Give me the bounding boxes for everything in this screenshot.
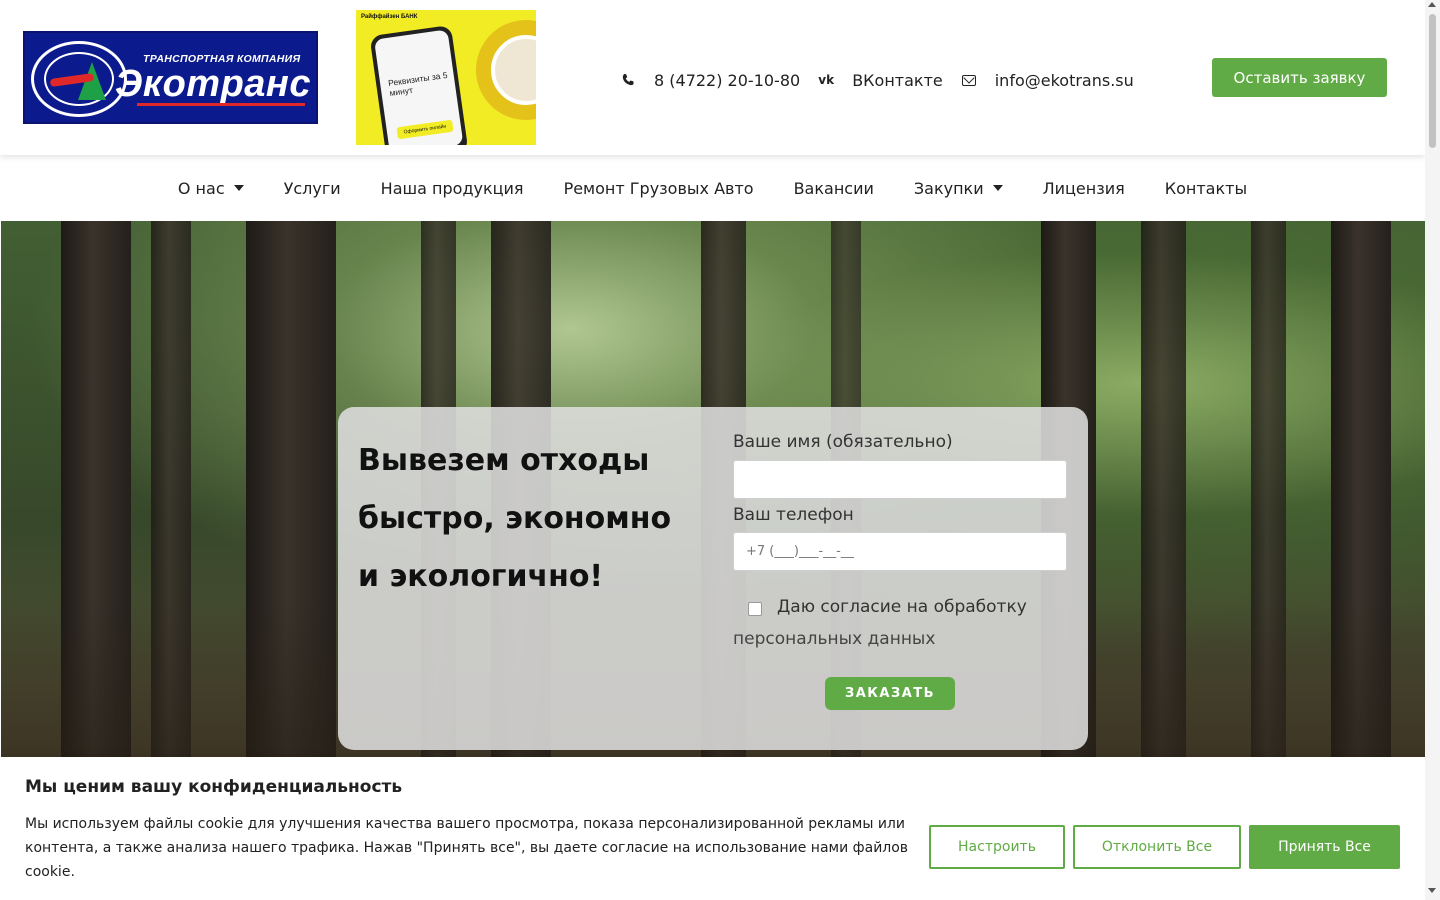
nav-item-license[interactable]: Лицензия	[1043, 179, 1125, 198]
headline-line: Вывезем отходы	[358, 443, 650, 478]
envelope-icon	[961, 72, 977, 88]
cookie-reject-all-button[interactable]: Отклонить Все	[1073, 825, 1241, 869]
scroll-down-arrow-icon[interactable]	[1428, 888, 1436, 893]
phone-icon	[620, 72, 636, 88]
caret-down-icon	[992, 185, 1003, 191]
phone-input[interactable]	[733, 532, 1067, 571]
cookie-customize-button[interactable]: Настроить	[929, 825, 1065, 869]
page-scrollbar[interactable]	[1425, 0, 1440, 900]
caret-down-icon	[233, 185, 244, 191]
banner-text: Реквизиты за 5 минут	[387, 69, 449, 99]
scroll-up-arrow-icon[interactable]	[1428, 2, 1436, 7]
nav-item-label: О нас	[177, 178, 225, 198]
main-nav: О нас Услуги Наша продукция Ремонт Грузо…	[0, 155, 1425, 221]
nav-item-purchases[interactable]: Закупки	[914, 179, 1003, 198]
logo-underline	[137, 103, 305, 106]
banner-button: Оформить онлайн	[396, 119, 454, 140]
cookie-text: Мы используем файлы cookie для улучшения…	[25, 816, 909, 880]
consent-label: Даю согласие на обработку	[777, 597, 1027, 617]
nav-item-label: Закупки	[913, 178, 984, 198]
vk-icon: vk	[818, 73, 835, 87]
cookie-title: Мы ценим вашу конфиденциальность	[25, 777, 403, 797]
banner-phone-screen: Реквизиты за 5 минут Оформить онлайн	[374, 29, 464, 145]
hero-headline: Вывезем отходы быстро, экономно и эколог…	[358, 432, 698, 606]
cookie-accept-all-button[interactable]: Принять Все	[1249, 825, 1400, 869]
company-logo[interactable]: ТРАНСПОРТНАЯ КОМПАНИЯ Экотранс	[23, 31, 318, 124]
name-input[interactable]	[733, 460, 1067, 499]
nav-item-label: Услуги	[283, 178, 341, 198]
cookie-consent-bar: Мы ценим вашу конфиденциальность Мы испо…	[0, 757, 1425, 900]
nav-item-services[interactable]: Услуги	[284, 179, 341, 198]
envelope-shape	[961, 74, 976, 86]
nav-item-label: Наша продукция	[380, 178, 524, 198]
banner-bank-logo: Райффайзен БАНК	[361, 14, 418, 20]
order-submit-button[interactable]: ЗАКАЗАТЬ	[825, 677, 955, 710]
logo-emblem	[31, 41, 127, 117]
bank-ad-banner[interactable]: Райффайзен БАНК Реквизиты за 5 минут Офо…	[356, 10, 536, 145]
nav-item-about[interactable]: О нас	[178, 179, 244, 198]
order-form-card: Вывезем отходы быстро, экономно и эколог…	[338, 407, 1088, 750]
phone-label: Ваш телефон	[733, 505, 854, 525]
leave-request-button[interactable]: Оставить заявку	[1212, 58, 1387, 97]
name-label: Ваше имя (обязательно)	[733, 432, 953, 452]
site-header: ТРАНСПОРТНАЯ КОМПАНИЯ Экотранс Райффайзе…	[0, 0, 1425, 155]
nav-item-label: Лицензия	[1042, 178, 1125, 198]
email-link[interactable]: info@ekotrans.su	[995, 71, 1134, 90]
banner-phone-image: Реквизиты за 5 минут Оформить онлайн	[369, 24, 469, 145]
phone-link[interactable]: 8 (4722) 20-10-80	[654, 71, 800, 90]
header-contacts: 8 (4722) 20-10-80 vk ВКонтакте info@ekot…	[620, 68, 1152, 92]
nav-item-label: Вакансии	[793, 178, 874, 198]
scrollbar-thumb[interactable]	[1429, 14, 1436, 148]
consent-label-continued: персональных данных	[733, 629, 936, 649]
nav-item-label: Ремонт Грузовых Авто	[563, 178, 754, 198]
nav-item-truck-repair[interactable]: Ремонт Грузовых Авто	[564, 179, 754, 198]
nav-item-contacts[interactable]: Контакты	[1165, 179, 1247, 198]
logo-name: Экотранс	[115, 63, 312, 105]
headline-line: и экологично!	[358, 559, 604, 594]
nav-item-vacancies[interactable]: Вакансии	[794, 179, 874, 198]
headline-line: быстро, экономно	[358, 501, 672, 536]
consent-checkbox[interactable]	[748, 602, 762, 616]
vk-link[interactable]: ВКонтакте	[852, 71, 943, 90]
nav-item-products[interactable]: Наша продукция	[381, 179, 524, 198]
nav-item-label: Контакты	[1164, 178, 1248, 198]
